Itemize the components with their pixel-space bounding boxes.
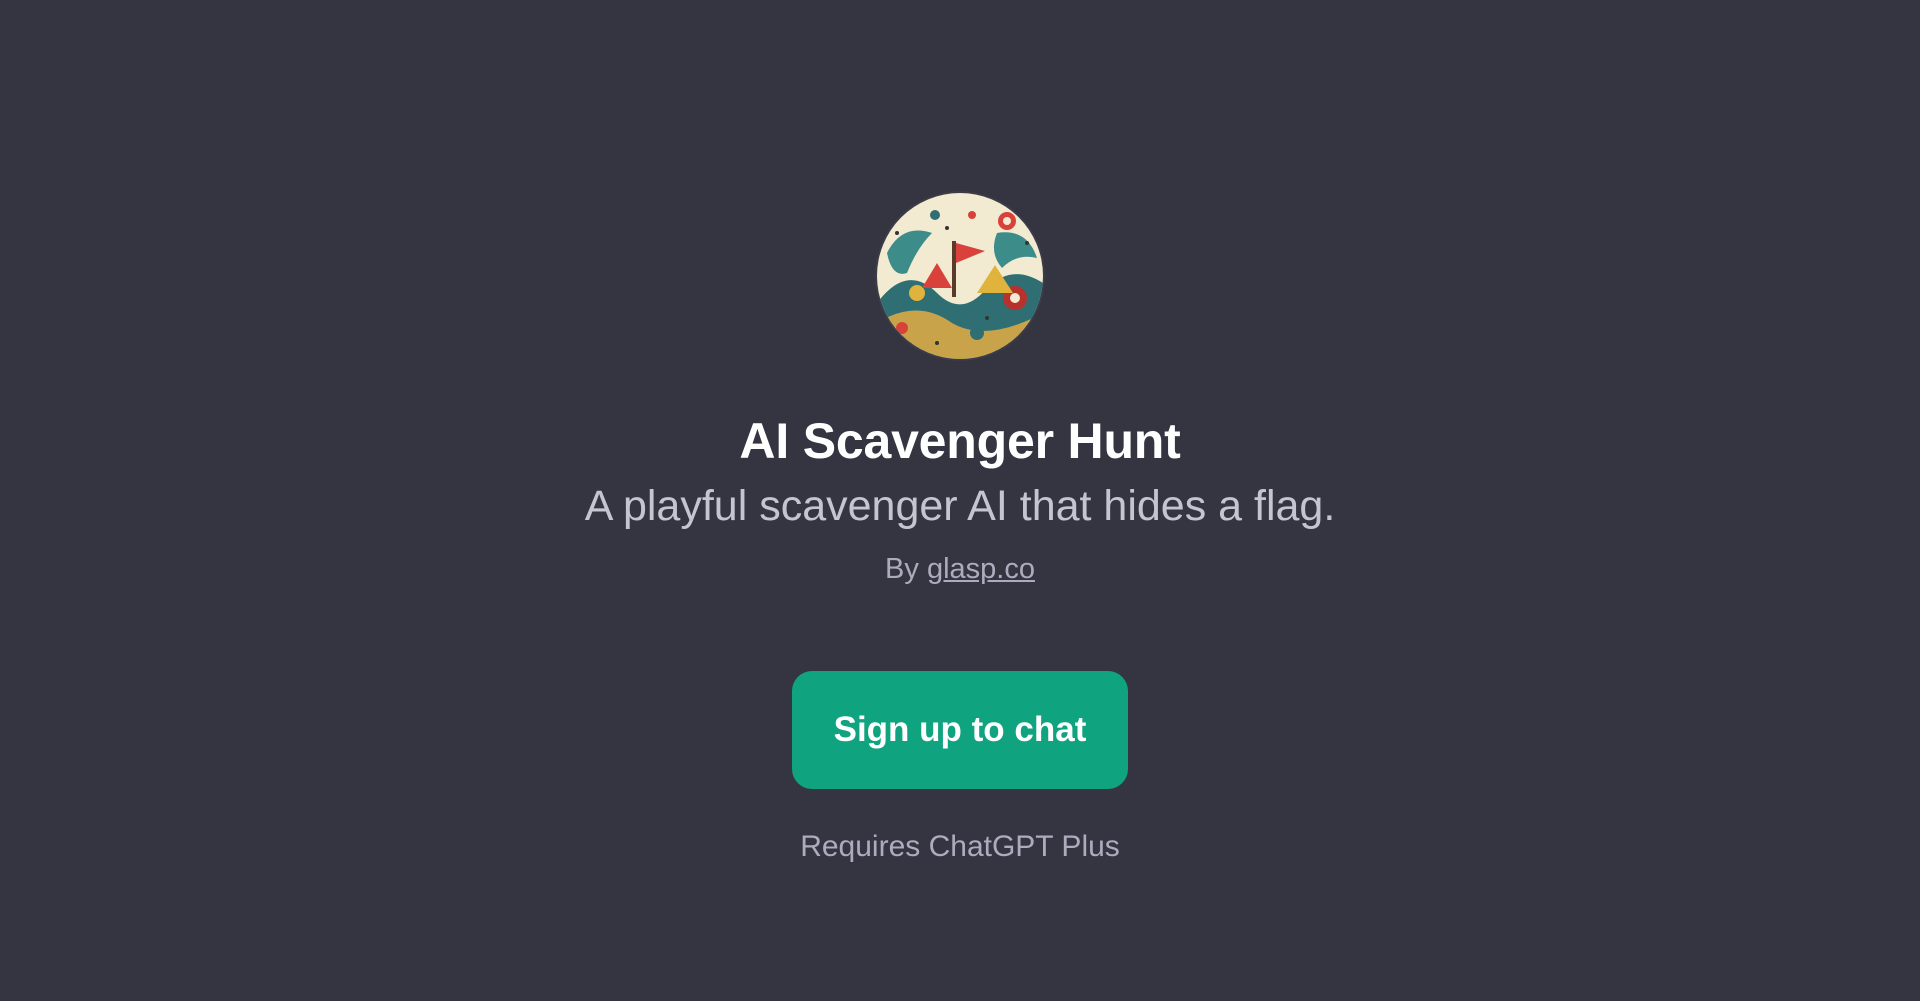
gpt-description: A playful scavenger AI that hides a flag… <box>584 482 1336 530</box>
gpt-avatar <box>877 193 1043 359</box>
author-link[interactable]: glasp.co <box>927 553 1035 585</box>
author-byline: By glasp.co <box>885 549 1035 589</box>
byline-prefix: By <box>885 553 919 585</box>
sign-up-to-chat-button[interactable]: Sign up to chat <box>792 671 1128 789</box>
gpt-title: AI Scavenger Hunt <box>739 413 1181 469</box>
scavenger-hunt-illustration-icon <box>877 193 1043 359</box>
gpt-landing-page: AI Scavenger Hunt A playful scavenger AI… <box>0 0 1920 1001</box>
plan-requirement-note: Requires ChatGPT Plus <box>800 830 1120 863</box>
